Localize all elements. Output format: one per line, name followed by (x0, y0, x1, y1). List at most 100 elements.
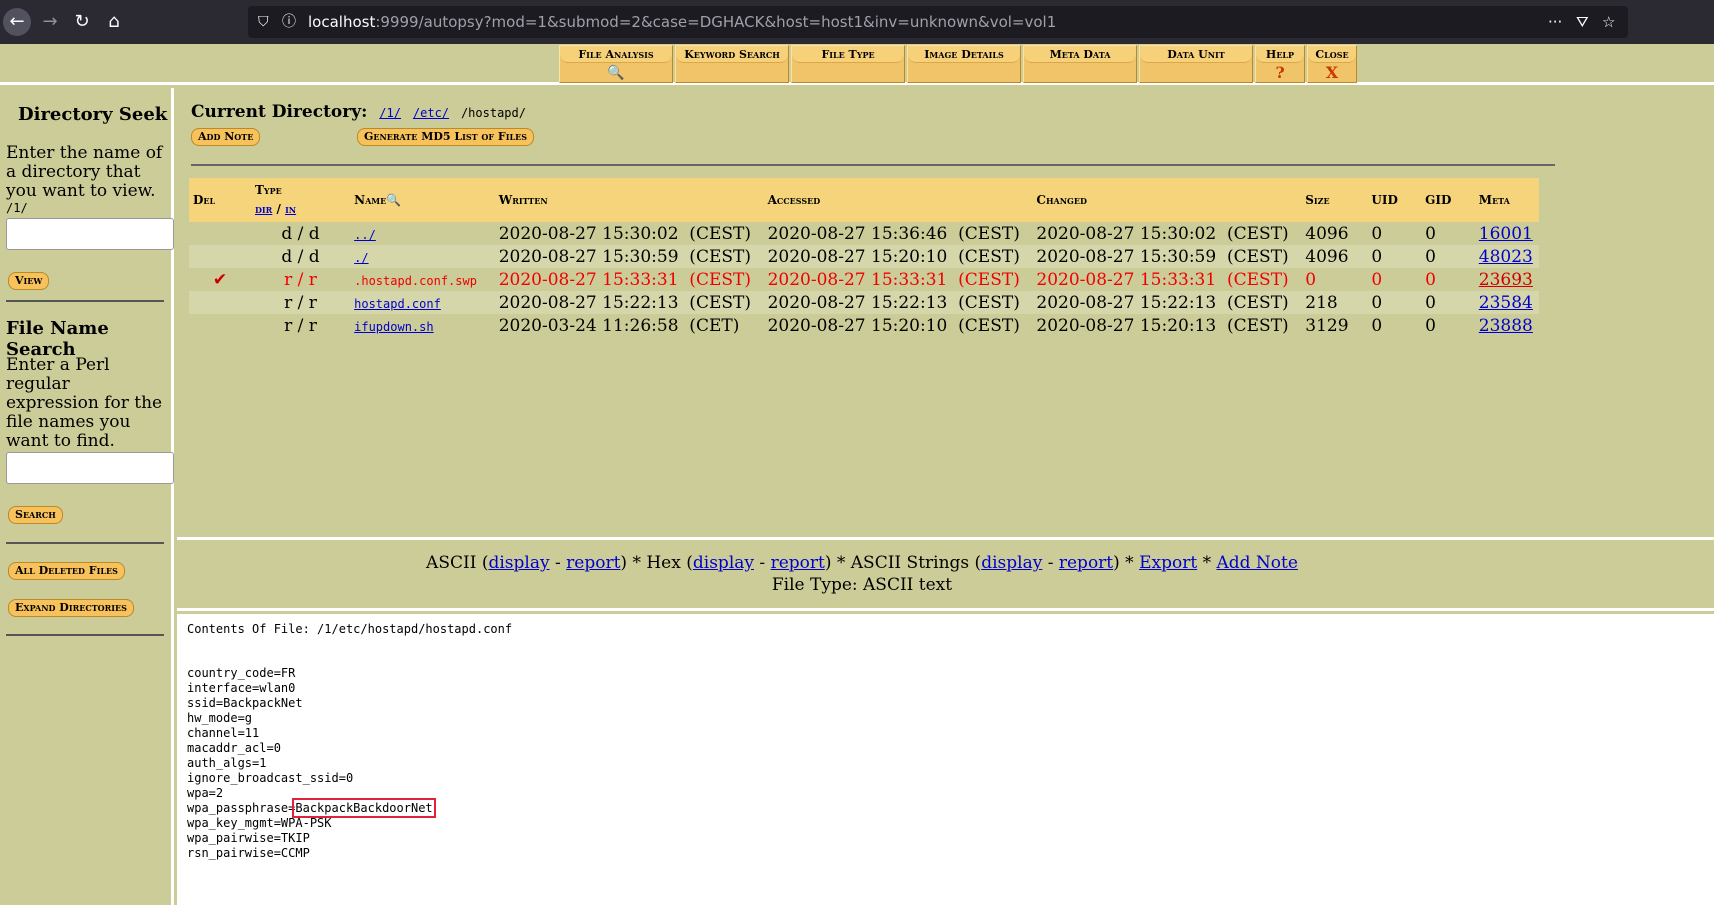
table-row[interactable]: d / d ../ 2020-08-27 15:30:02 (CEST) 202… (189, 222, 1539, 245)
star-bookmark-icon[interactable]: ☆ (1602, 6, 1615, 38)
tab-label: File Analysis (560, 46, 672, 63)
forward-arrow-icon[interactable]: → (36, 8, 64, 36)
back-arrow-icon[interactable]: ← (3, 8, 31, 36)
file-name-link[interactable]: ../ (354, 228, 376, 242)
type-cell: d / d (281, 223, 320, 244)
file-contents: country_code=FR interface=wlan0 ssid=Bac… (187, 666, 436, 861)
breadcrumb-root-link[interactable]: /1/ (379, 106, 401, 120)
del-cell (189, 291, 251, 314)
sort-dir-link[interactable]: dir (255, 202, 272, 216)
shield-icon[interactable]: ⛉ (258, 6, 269, 38)
tab-file-type[interactable]: File Type (791, 45, 905, 83)
left-sidebar: Directory Seek Enter the name of a direc… (0, 88, 174, 905)
file-name-input[interactable] (6, 452, 174, 484)
ascii-label: ASCII (426, 553, 477, 573)
file-name-search-title: File Name Search (6, 318, 109, 360)
view-options-bar: ASCII (display - report) * Hex (display … (177, 543, 1714, 611)
col-uid: UID (1367, 178, 1422, 222)
col-del: Del (189, 178, 251, 222)
tab-meta-data[interactable]: Meta Data (1023, 45, 1137, 83)
directory-input[interactable] (6, 218, 174, 250)
uid-cell: 0 (1371, 269, 1383, 290)
col-name[interactable]: Name🔍 (350, 178, 495, 222)
hex-display-link[interactable]: display (693, 553, 754, 573)
file-table: Del Type dir / in Name🔍 Written Accessed… (189, 178, 1539, 337)
table-row[interactable]: r / r ifupdown.sh 2020-03-24 11:26:58 (C… (189, 314, 1539, 337)
add-note-button[interactable]: Add Note (191, 128, 261, 146)
tab-image-details[interactable]: Image Details (907, 45, 1021, 83)
export-link[interactable]: Export (1139, 553, 1197, 573)
meta-link[interactable]: 23693 (1479, 270, 1533, 290)
url-bar[interactable]: ⛉ ⓘ localhost:9999/autopsy?mod=1&submod=… (248, 6, 1628, 38)
uid-cell: 0 (1371, 223, 1383, 244)
file-name-link[interactable]: ./ (354, 251, 368, 265)
table-row[interactable]: r / r hostapd.conf 2020-08-27 15:22:13 (… (189, 291, 1539, 314)
accessed-cell: 2020-08-27 15:33:31 (CEST) (767, 269, 1020, 290)
file-name-link[interactable]: hostapd.conf (354, 297, 441, 311)
file-name-link[interactable]: ifupdown.sh (354, 320, 433, 334)
changed-cell: 2020-08-27 15:22:13 (CEST) (1032, 291, 1302, 314)
written-cell: 2020-08-27 15:33:31 (CEST) (498, 269, 751, 290)
tab-file-analysis[interactable]: File Analysis 🔍 (559, 45, 673, 83)
meta-link[interactable]: 16001 (1479, 224, 1533, 244)
deleted-check-icon: ✔ (212, 269, 228, 290)
all-deleted-files-button[interactable]: All Deleted Files (8, 562, 125, 580)
file-type: File Type: ASCII text (771, 575, 953, 595)
col-gid: GID (1421, 178, 1475, 222)
hex-report-link[interactable]: report (771, 553, 825, 573)
file-contents-pane: Contents Of File: /1/etc/hostapd/hostapd… (177, 614, 1714, 905)
type-cell: d / d (250, 245, 351, 268)
more-actions-icon[interactable]: ··· (1548, 6, 1562, 38)
gid-cell: 0 (1425, 315, 1436, 336)
info-icon[interactable]: ⓘ (282, 6, 296, 38)
col-type-label: Type (254, 183, 282, 197)
current-directory: Current Directory: /1/ /etc/ /hostapd/ (191, 102, 526, 122)
tab-label: Meta Data (1024, 46, 1136, 63)
type-cell: r / r (284, 315, 317, 336)
meta-link[interactable]: 23888 (1479, 316, 1533, 336)
divider (191, 164, 1555, 166)
url-path: :9999/autopsy?mod=1&submod=2&case=DGHACK… (375, 13, 1057, 31)
tab-label: File Type (792, 46, 904, 63)
url-text: localhost:9999/autopsy?mod=1&submod=2&ca… (308, 6, 1056, 38)
table-row[interactable]: d / d ./ 2020-08-27 15:30:59 (CEST) 2020… (189, 245, 1539, 268)
sort-in-link[interactable]: in (285, 202, 296, 216)
directory-seek-path: /1/ (6, 201, 28, 215)
strings-report-link[interactable]: report (1059, 553, 1113, 573)
home-icon[interactable]: ⌂ (100, 8, 128, 36)
changed-cell: 2020-08-27 15:30:59 (CEST) (1032, 245, 1302, 268)
close-icon: X (1325, 63, 1339, 82)
generate-md5-button[interactable]: Generate MD5 List of Files (357, 128, 534, 146)
uid-cell: 0 (1367, 291, 1422, 314)
changed-cell: 2020-08-27 15:30:02 (CEST) (1036, 223, 1289, 244)
tab-keyword-search[interactable]: Keyword Search (675, 45, 789, 83)
add-note-link[interactable]: Add Note (1216, 553, 1297, 573)
size-cell: 4096 (1301, 245, 1368, 268)
uid-cell: 0 (1367, 245, 1422, 268)
help-button[interactable]: Help? (1255, 45, 1305, 83)
expand-directories-button[interactable]: Expand Directories (8, 599, 134, 617)
gid-cell: 0 (1421, 291, 1475, 314)
ascii-report-link[interactable]: report (566, 553, 620, 573)
hex-label: Hex (646, 553, 681, 573)
contents-header: Contents Of File: /1/etc/hostapd/hostapd… (187, 622, 513, 636)
file-name[interactable]: .hostapd.conf.swp (354, 274, 477, 288)
close-button[interactable]: Close X (1307, 45, 1357, 83)
url-host: localhost (308, 13, 376, 31)
breadcrumb-etc-link[interactable]: /etc/ (413, 106, 449, 120)
pocket-icon[interactable]: ⛛ (1576, 6, 1589, 38)
browser-toolbar: ← → ↻ ⌂ ⛉ ⓘ localhost:9999/autopsy?mod=1… (0, 0, 1714, 44)
file-lines: wpa_key_mgmt=WPA-PSK wpa_pairwise=TKIP r… (187, 816, 332, 860)
meta-link[interactable]: 48023 (1479, 247, 1533, 267)
breadcrumb-current: /hostapd/ (460, 106, 526, 120)
table-row[interactable]: ✔ r / r .hostapd.conf.swp 2020-08-27 15:… (189, 268, 1539, 291)
search-button[interactable]: Search (8, 506, 63, 524)
strings-display-link[interactable]: display (981, 553, 1042, 573)
ascii-display-link[interactable]: display (488, 553, 549, 573)
view-button[interactable]: View (8, 272, 50, 290)
tab-data-unit[interactable]: Data Unit (1139, 45, 1253, 83)
meta-link[interactable]: 23584 (1479, 293, 1533, 313)
file-lines: country_code=FR interface=wlan0 ssid=Bac… (187, 666, 354, 815)
reload-icon[interactable]: ↻ (68, 8, 96, 36)
del-cell (189, 222, 251, 245)
